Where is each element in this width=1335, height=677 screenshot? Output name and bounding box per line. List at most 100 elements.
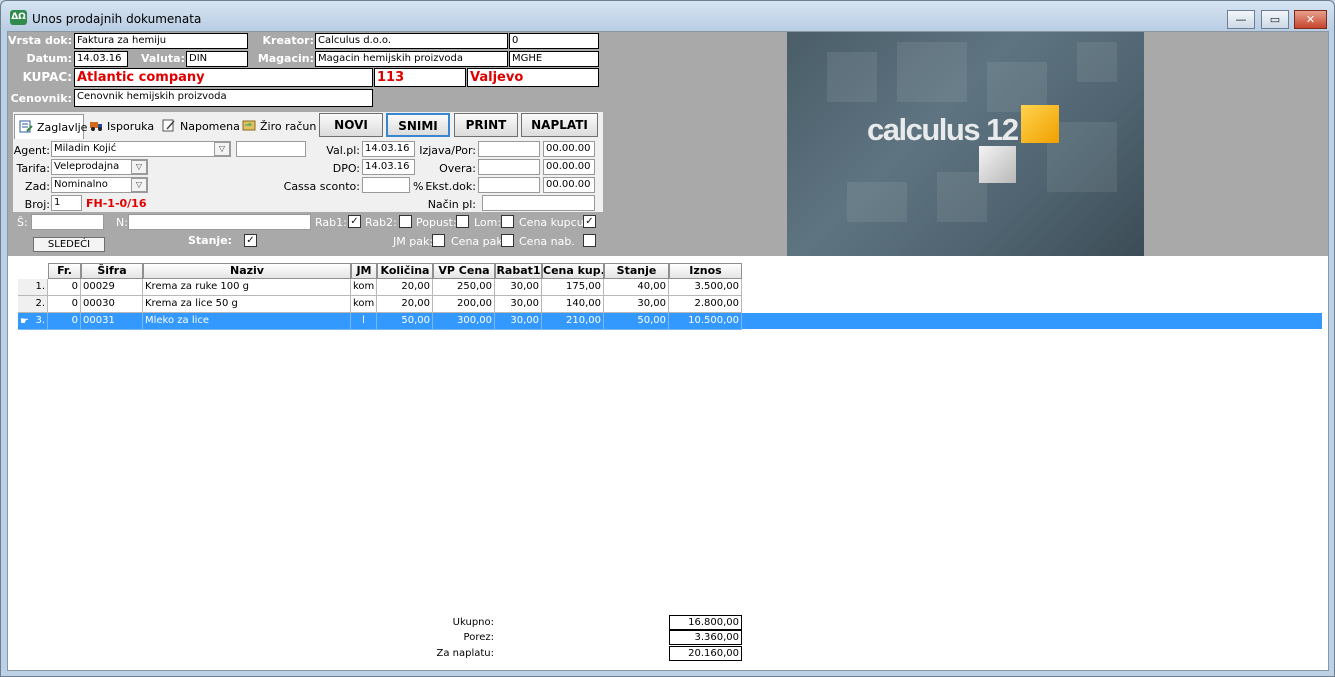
cell-stanje: 30,00 <box>604 296 669 313</box>
za-naplatu-value: 20.160,00 <box>669 646 742 661</box>
col-header-rabat1[interactable]: Rabat1 <box>495 263 542 279</box>
tab-ziro-racun[interactable]: Žiro račun <box>238 114 318 139</box>
agent-dropdown-icon[interactable]: ▽ <box>214 142 230 156</box>
kreator-field[interactable]: Calculus d.o.o. <box>315 33 508 49</box>
col-header-kolicina[interactable]: Količina <box>377 263 433 279</box>
tab-label: Isporuka <box>107 120 155 133</box>
dpo-field[interactable]: 14.03.16 <box>362 159 415 175</box>
kupac-city-field[interactable]: Valjevo <box>467 68 599 87</box>
tarifa-dropdown-icon[interactable]: ▽ <box>131 160 147 174</box>
col-header-stanje[interactable]: Stanje <box>604 263 669 279</box>
cena-kupcu-label: Cena kupcu: <box>519 216 588 229</box>
porez-label: Porez: <box>463 632 494 643</box>
col-header-sifra[interactable]: Šifra <box>81 263 143 279</box>
valuta-field[interactable]: DIN <box>186 51 248 67</box>
dpo-label: DPO: <box>332 162 360 175</box>
cell-iznos: 3.500,00 <box>669 279 742 296</box>
sledeci-button[interactable]: SLEDEĆI <box>33 237 105 252</box>
magacin-field[interactable]: Magacin hemijskih proizvoda <box>315 51 508 67</box>
rab1-checkbox[interactable]: ✓ <box>348 215 361 228</box>
s-label: Š: <box>17 216 28 229</box>
ukupno-value: 16.800,00 <box>669 615 742 630</box>
maximize-button[interactable]: ▭ <box>1261 10 1289 29</box>
izjava-field[interactable] <box>478 141 540 157</box>
za-naplatu-label: Za naplatu: <box>436 648 494 659</box>
print-button[interactable]: PRINT <box>454 113 518 137</box>
magacin-code-field[interactable]: MGHE <box>509 51 599 67</box>
cena-pak-checkbox[interactable] <box>501 234 514 247</box>
datum-field[interactable]: 14.03.16 <box>74 51 128 67</box>
tab-isporuka[interactable]: Isporuka <box>85 114 157 139</box>
cell-cena-kup: 175,00 <box>542 279 604 296</box>
truck-icon <box>90 122 102 131</box>
valpl-field[interactable]: 14.03.16 <box>362 141 415 157</box>
snimi-button[interactable]: SNIMI <box>386 113 450 137</box>
jm-pak-checkbox[interactable] <box>432 234 445 247</box>
col-header-naziv[interactable]: Naziv <box>143 263 351 279</box>
n-search-input[interactable] <box>128 214 311 230</box>
calculus-banner: calculus 12 <box>787 32 1144 256</box>
cena-kupcu-checkbox[interactable]: ✓ <box>583 215 596 228</box>
datum-label: Datum: <box>26 52 72 65</box>
tab-label: Žiro račun <box>260 120 317 133</box>
cell-vp-cena: 300,00 <box>433 313 495 330</box>
ukupno-label: Ukupno: <box>452 617 494 628</box>
kupac-field[interactable]: Atlantic company <box>74 68 373 87</box>
minimize-button[interactable]: — <box>1227 10 1255 29</box>
magacin-label: Magacin: <box>257 52 314 65</box>
cell-jm: kom <box>351 296 377 313</box>
cassa-field[interactable] <box>362 177 410 193</box>
rab2-label: Rab2: <box>365 216 397 229</box>
tab-zaglavlje[interactable]: Zaglavlje <box>14 114 87 139</box>
broj-label: Broj: <box>24 198 50 211</box>
overa-field[interactable] <box>478 159 540 175</box>
ekst-date-field[interactable]: 00.00.00 <box>543 177 595 193</box>
lom-checkbox[interactable] <box>501 215 514 228</box>
nacin-field[interactable] <box>482 195 595 211</box>
row-number: 2. <box>18 296 48 313</box>
agent-extra-field[interactable] <box>236 141 306 157</box>
kupac-code-field[interactable]: 113 <box>374 68 466 87</box>
vrsta-label: Vrsta dok: <box>8 34 73 47</box>
cena-nab-checkbox[interactable] <box>583 234 596 247</box>
cell-iznos: 2.800,00 <box>669 296 742 313</box>
cell-rabat1: 30,00 <box>495 313 542 330</box>
cell-sifra: 00029 <box>81 279 143 296</box>
overa-date-field[interactable]: 00.00.00 <box>543 159 595 175</box>
broj-field[interactable]: 1 <box>51 195 82 211</box>
overa-label: Overa: <box>439 162 476 175</box>
agent-label: Agent: <box>13 144 50 157</box>
naplati-button[interactable]: NAPLATI <box>521 113 598 137</box>
cell-vp-cena: 200,00 <box>433 296 495 313</box>
rab2-checkbox[interactable] <box>399 215 412 228</box>
col-header-iznos[interactable]: Iznos <box>669 263 742 279</box>
izjava-date-field[interactable]: 00.00.00 <box>543 141 595 157</box>
porez-value: 3.360,00 <box>669 630 742 645</box>
ekst-field[interactable] <box>478 177 540 193</box>
col-header-cena-kup[interactable]: Cena kup. <box>542 263 604 279</box>
close-button[interactable]: ✕ <box>1294 10 1327 29</box>
logo-orange-square-icon <box>1021 105 1059 143</box>
cell-stanje: 40,00 <box>604 279 669 296</box>
tab-napomena[interactable]: Napomena <box>158 114 240 139</box>
s-search-input[interactable] <box>31 214 104 230</box>
col-header-fr[interactable]: Fr. <box>48 263 81 279</box>
title-bar[interactable]: ΔΩ Unos prodajnih dokumenata — ▭ ✕ <box>1 1 1334 31</box>
zad-dropdown-icon[interactable]: ▽ <box>131 178 147 192</box>
stanje-checkbox[interactable]: ✓ <box>244 234 257 247</box>
broj-doc-number: FH-1-0/16 <box>86 197 147 210</box>
col-header-jm[interactable]: JM <box>351 263 377 279</box>
cell-vp-cena: 250,00 <box>433 279 495 296</box>
cell-rabat1: 30,00 <box>495 279 542 296</box>
cell-kolicina: 50,00 <box>377 313 433 330</box>
vrsta-field[interactable]: Faktura za hemiju <box>74 33 248 49</box>
cenovnik-field[interactable]: Cenovnik hemijskih proizvoda <box>74 89 373 107</box>
row-number-text: 3. <box>35 315 45 326</box>
popust-checkbox[interactable] <box>456 215 469 228</box>
agent-select[interactable]: Miladin Kojić <box>51 141 231 157</box>
kreator-id-field[interactable]: 0 <box>509 33 599 49</box>
novi-button[interactable]: NOVI <box>319 113 383 137</box>
col-header-vp-cena[interactable]: VP Cena <box>433 263 495 279</box>
stanje-label: Stanje: <box>188 234 233 247</box>
app-icon: ΔΩ <box>10 10 27 25</box>
